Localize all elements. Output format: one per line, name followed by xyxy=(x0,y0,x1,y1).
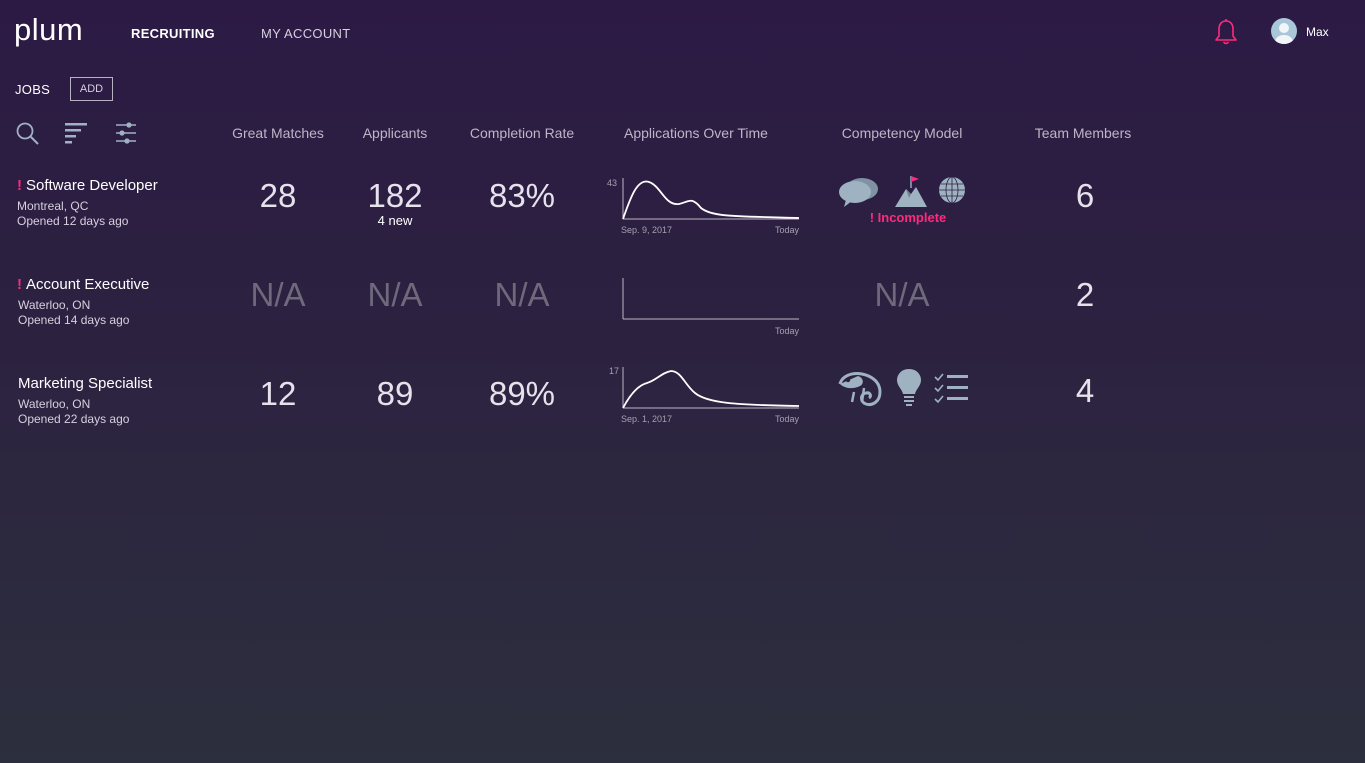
alert-indicator: ! xyxy=(17,276,22,293)
column-applications-over-time[interactable]: Applications Over Time xyxy=(624,125,768,141)
great-matches-value[interactable]: 12 xyxy=(260,375,297,413)
applicants-value[interactable]: 89 xyxy=(377,375,414,413)
nav-my-account[interactable]: MY ACCOUNT xyxy=(261,26,350,41)
nav-recruiting[interactable]: RECRUITING xyxy=(131,26,215,41)
sort-icon[interactable] xyxy=(64,121,90,145)
great-matches-value[interactable]: 28 xyxy=(260,177,297,215)
team-members-value[interactable]: 2 xyxy=(1076,276,1094,314)
job-location: Waterloo, ON xyxy=(18,298,91,312)
completion-rate-value: N/A xyxy=(494,276,550,313)
completion-rate-value: 89% xyxy=(488,375,556,412)
speech-bubbles-icon[interactable] xyxy=(838,176,880,208)
mountain-flag-icon[interactable] xyxy=(894,174,928,208)
job-location: Waterloo, ON xyxy=(18,397,91,411)
competency-incomplete-status[interactable]: ! Incomplete xyxy=(870,210,947,225)
column-team-members[interactable]: Team Members xyxy=(1035,125,1131,141)
bell-icon[interactable] xyxy=(1214,18,1238,46)
applicants-value: N/A xyxy=(367,276,423,313)
applications-chart-software-developer[interactable]: 43 Sep. 9, 2017 Today xyxy=(605,174,805,240)
user-silhouette-icon xyxy=(1275,23,1293,44)
plum-logo[interactable]: plum xyxy=(14,12,83,48)
chart-line xyxy=(622,370,800,409)
job-title-text: Software Developer xyxy=(26,177,158,194)
column-completion-rate[interactable]: Completion Rate xyxy=(470,125,574,141)
great-matches-value: N/A xyxy=(250,276,306,313)
jobs-heading: JOBS xyxy=(15,82,51,97)
lightbulb-icon[interactable] xyxy=(896,367,922,409)
applicants-new: 4 new xyxy=(377,213,413,228)
team-members-value[interactable]: 4 xyxy=(1076,372,1094,410)
avatar[interactable] xyxy=(1271,18,1297,44)
chart-line xyxy=(622,180,800,220)
job-location: Montreal, QC xyxy=(17,199,89,213)
job-title-text: Marketing Specialist xyxy=(18,375,153,392)
chart-start-label: Sep. 1, 2017 xyxy=(621,414,672,424)
chart-end-label: Today xyxy=(775,225,800,235)
chart-max-label: 43 xyxy=(607,178,617,188)
chart-max-label: 17 xyxy=(609,366,619,376)
search-icon[interactable] xyxy=(15,121,41,145)
chameleon-icon[interactable] xyxy=(838,368,884,408)
globe-icon[interactable] xyxy=(937,175,967,205)
job-opened: Opened 12 days ago xyxy=(17,214,129,228)
job-opened: Opened 22 days ago xyxy=(18,412,130,426)
job-title-text: Account Executive xyxy=(26,276,150,293)
job-title-marketing-specialist[interactable]: Marketing Specialist xyxy=(18,375,152,392)
job-opened: Opened 14 days ago xyxy=(18,313,130,327)
checklist-icon[interactable] xyxy=(934,372,970,406)
applications-chart-marketing-specialist[interactable]: 17 Sep. 1, 2017 Today xyxy=(605,363,805,429)
competency-value: N/A xyxy=(874,276,930,313)
applicants-value[interactable]: 182 xyxy=(367,177,422,215)
filter-sliders-icon[interactable] xyxy=(114,121,140,145)
user-name[interactable]: Max xyxy=(1306,25,1329,39)
alert-indicator: ! xyxy=(17,177,22,194)
column-applicants[interactable]: Applicants xyxy=(363,125,428,141)
chart-end-label: Today xyxy=(775,326,800,336)
applications-chart-account-executive[interactable]: Today xyxy=(605,274,805,340)
job-title-account-executive[interactable]: ! Account Executive xyxy=(17,276,149,293)
column-great-matches[interactable]: Great Matches xyxy=(232,125,324,141)
add-job-button[interactable]: ADD xyxy=(70,77,113,101)
column-competency-model[interactable]: Competency Model xyxy=(842,125,963,141)
chart-end-label: Today xyxy=(775,414,800,424)
chart-start-label: Sep. 9, 2017 xyxy=(621,225,672,235)
completion-rate-value: 83% xyxy=(488,177,556,214)
job-title-software-developer[interactable]: ! Software Developer xyxy=(17,177,158,194)
team-members-value[interactable]: 6 xyxy=(1076,177,1094,215)
